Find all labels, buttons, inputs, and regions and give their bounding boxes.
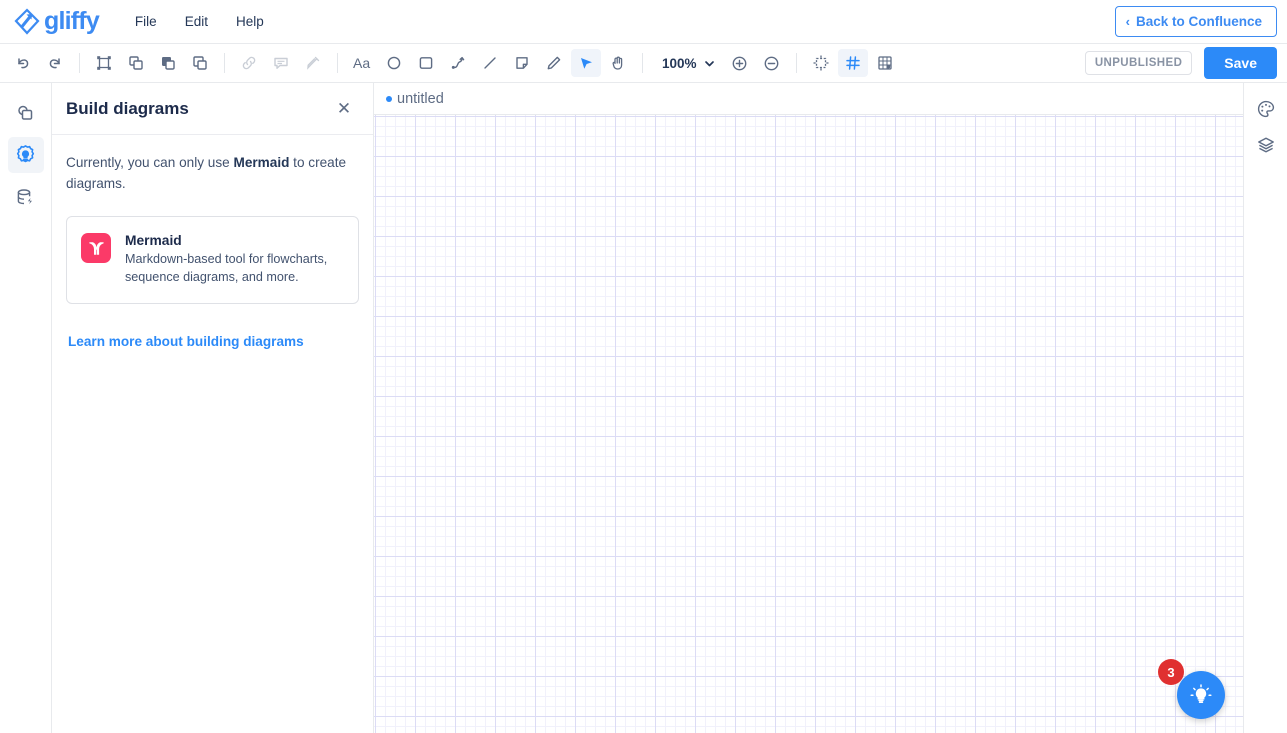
build-diagrams-panel: Build diagrams ✕ Currently, you can only… — [52, 83, 374, 733]
right-rail — [1243, 83, 1287, 733]
link-icon — [234, 49, 264, 77]
sidebar-item-build-diagrams[interactable] — [8, 137, 44, 173]
zoom-level-value: 100% — [662, 56, 697, 71]
send-to-back-button[interactable] — [185, 49, 215, 77]
status-badge: UNPUBLISHED — [1085, 51, 1192, 75]
pencil-tool-icon[interactable] — [539, 49, 569, 77]
canvas-tab-label: untitled — [397, 91, 444, 107]
help-tips-button[interactable]: 3 — [1177, 671, 1225, 719]
canvas-area: untitled 3 — [374, 83, 1243, 733]
copy-button[interactable] — [121, 49, 151, 77]
toolbar: Aa — [0, 44, 1287, 83]
grid-toggle-icon[interactable] — [838, 49, 868, 77]
back-to-confluence-label: Back to Confluence — [1136, 14, 1262, 29]
page-title: Build diagrams — [66, 99, 189, 119]
toolbar-separator — [79, 53, 80, 73]
panel-description-bold: Mermaid — [234, 155, 290, 170]
pan-hand-tool-icon[interactable] — [603, 49, 633, 77]
panel-body: Currently, you can only use Mermaid to c… — [52, 135, 373, 351]
zoom-out-button[interactable] — [757, 49, 787, 77]
toolbar-separator — [796, 53, 797, 73]
layers-icon[interactable] — [1250, 129, 1282, 161]
sidebar-item-data-source[interactable] — [8, 179, 44, 215]
text-tool-icon[interactable]: Aa — [347, 49, 377, 77]
sidebar-item-shapes[interactable] — [8, 95, 44, 131]
zoom-level-select[interactable]: 100% — [652, 52, 723, 75]
toolbar-separator — [642, 53, 643, 73]
close-icon[interactable]: ✕ — [333, 98, 355, 120]
snap-to-object-icon[interactable] — [806, 49, 836, 77]
notification-badge: 3 — [1158, 659, 1184, 685]
left-rail — [0, 83, 52, 733]
learn-more-link[interactable]: Learn more about building diagrams — [68, 334, 304, 349]
editor-body: Build diagrams ✕ Currently, you can only… — [0, 83, 1287, 733]
comment-icon — [266, 49, 296, 77]
mermaid-description: Markdown-based tool for flowcharts, sequ… — [125, 251, 344, 287]
menu-item-edit[interactable]: Edit — [171, 8, 222, 35]
chevron-left-icon: ‹ — [1126, 15, 1130, 28]
bring-to-front-button[interactable] — [153, 49, 183, 77]
menu-item-help[interactable]: Help — [222, 8, 278, 35]
menu-item-file[interactable]: File — [121, 8, 171, 35]
menu-list: File Edit Help — [121, 8, 278, 35]
gliffy-logo[interactable]: gliffy — [12, 7, 99, 37]
snap-to-grid-icon[interactable] — [870, 49, 900, 77]
zoom-in-button[interactable] — [725, 49, 755, 77]
menu-bar: gliffy File Edit Help ‹ Back to Confluen… — [0, 0, 1287, 44]
mermaid-icon — [81, 233, 111, 263]
svg-text:Aa: Aa — [353, 55, 370, 71]
line-tool-icon[interactable] — [475, 49, 505, 77]
gliffy-wordmark: gliffy — [44, 9, 99, 34]
palette-icon[interactable] — [1250, 93, 1282, 125]
gliffy-logo-icon — [12, 7, 42, 37]
eyedropper-icon — [298, 49, 328, 77]
diagram-canvas[interactable] — [374, 115, 1243, 733]
canvas-tabbar: untitled — [374, 83, 1243, 115]
connector-tool-icon[interactable] — [443, 49, 473, 77]
save-button[interactable]: Save — [1204, 47, 1277, 79]
panel-header: Build diagrams ✕ — [52, 83, 373, 135]
gliffy-editor: gliffy File Edit Help ‹ Back to Confluen… — [0, 0, 1287, 733]
select-all-button[interactable] — [89, 49, 119, 77]
redo-button[interactable] — [40, 49, 70, 77]
undo-button[interactable] — [8, 49, 38, 77]
canvas-tab-untitled[interactable]: untitled — [380, 87, 454, 111]
ellipse-tool-icon[interactable] — [379, 49, 409, 77]
sticky-note-tool-icon[interactable] — [507, 49, 537, 77]
toolbar-separator — [224, 53, 225, 73]
panel-description: Currently, you can only use Mermaid to c… — [66, 153, 359, 194]
unsaved-indicator-icon — [386, 96, 392, 102]
chevron-down-icon — [704, 58, 715, 69]
mermaid-tool-card[interactable]: Mermaid Markdown-based tool for flowchar… — [66, 216, 359, 304]
mermaid-card-text: Mermaid Markdown-based tool for flowchar… — [125, 233, 344, 287]
pointer-tool-icon[interactable] — [571, 49, 601, 77]
toolbar-separator — [337, 53, 338, 73]
back-to-confluence-button[interactable]: ‹ Back to Confluence — [1115, 6, 1277, 37]
panel-description-pre: Currently, you can only use — [66, 155, 234, 170]
rectangle-tool-icon[interactable] — [411, 49, 441, 77]
mermaid-title: Mermaid — [125, 233, 344, 248]
